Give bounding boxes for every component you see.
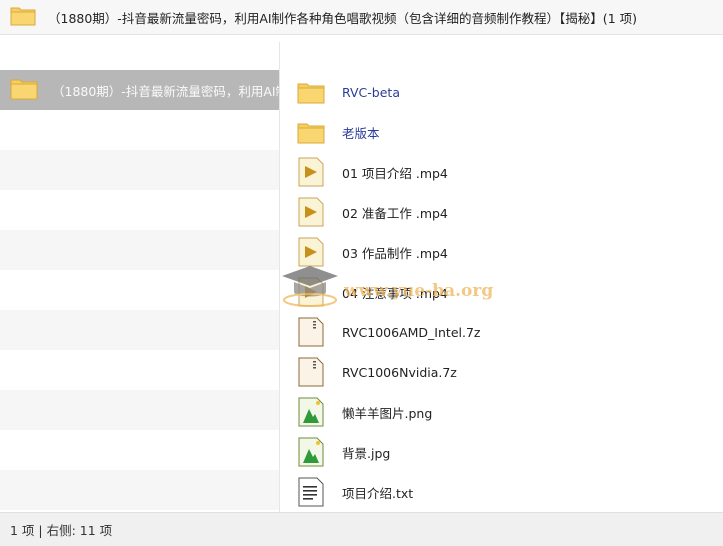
folder-icon (296, 117, 326, 147)
file-row[interactable]: 01 项目介绍 .mp4 (288, 152, 708, 192)
file-name: 02 准备工作 .mp4 (342, 205, 448, 221)
folder-icon (10, 4, 36, 30)
file-row[interactable]: 老版本 (288, 112, 708, 152)
file-row[interactable]: RVC1006Nvidia.7z (288, 352, 708, 392)
left-pane-item[interactable]: （1880期）-抖音最新流量密码，利用AI制作各种角色唱歌视频（包含详细的音频制… (0, 70, 279, 110)
left-pane-empty-row (0, 350, 279, 390)
status-text: 1 项 | 右侧: 11 项 (10, 523, 113, 538)
file-row[interactable]: 项目介绍.txt (288, 472, 708, 512)
file-name: RVC1006Nvidia.7z (342, 364, 457, 380)
file-name: 03 作品制作 .mp4 (342, 245, 448, 261)
video-file-icon (296, 157, 326, 187)
left-pane-empty-row (0, 470, 279, 510)
window-title: （1880期）-抖音最新流量密码，利用AI制作各种角色唱歌视频（包含详细的音频制… (48, 10, 637, 26)
image-file-icon (296, 437, 326, 467)
image-file-icon (296, 397, 326, 427)
archive-file-icon (296, 357, 326, 387)
file-row[interactable]: RVC-beta (288, 72, 708, 112)
pane-divider[interactable] (279, 42, 280, 512)
file-row[interactable]: 03 作品制作 .mp4 (288, 232, 708, 272)
file-name: 背景.jpg (342, 445, 391, 461)
file-row[interactable]: RVC1006AMD_Intel.7z (288, 312, 708, 352)
file-row[interactable]: 背景.jpg (288, 432, 708, 472)
file-name: 懒羊羊图片.png (342, 405, 433, 421)
left-pane-item-label: （1880期）-抖音最新流量密码，利用AI制作各种角色唱歌视频（包含详细的音频制… (52, 83, 279, 99)
file-row[interactable]: 懒羊羊图片.png (288, 392, 708, 432)
file-name: 01 项目介绍 .mp4 (342, 165, 448, 181)
left-pane-empty-row (0, 230, 279, 270)
window-titlebar: （1880期）-抖音最新流量密码，利用AI制作各种角色唱歌视频（包含详细的音频制… (0, 0, 723, 35)
video-file-icon (296, 197, 326, 227)
video-file-icon (296, 237, 326, 267)
file-row[interactable]: 02 准备工作 .mp4 (288, 192, 708, 232)
left-pane: （1880期）-抖音最新流量密码，利用AI制作各种角色唱歌视频（包含详细的音频制… (0, 70, 279, 512)
left-pane-empty-row (0, 430, 279, 470)
file-name: 04 注意事项 .mp4 (342, 285, 448, 301)
text-file-icon (296, 477, 326, 507)
file-row[interactable]: 04 注意事项 .mp4 (288, 272, 708, 312)
left-pane-empty-row (0, 310, 279, 350)
archive-file-icon (296, 317, 326, 347)
left-pane-empty-row (0, 390, 279, 430)
file-name: RVC-beta (342, 84, 400, 100)
video-file-icon (296, 277, 326, 307)
file-name: RVC1006AMD_Intel.7z (342, 324, 481, 340)
right-pane: RVC-beta 老版本 01 项目介绍 .mp4 02 准备工作 .mp4 0… (288, 72, 708, 512)
folder-icon (10, 76, 38, 104)
folder-icon (296, 77, 326, 107)
left-pane-empty-row (0, 190, 279, 230)
left-pane-empty-row (0, 150, 279, 190)
left-pane-empty-row (0, 270, 279, 310)
file-name: 项目介绍.txt (342, 485, 414, 501)
file-name: 老版本 (342, 125, 380, 141)
status-bar: 1 项 | 右侧: 11 项 (0, 512, 723, 546)
left-pane-empty-row (0, 110, 279, 150)
